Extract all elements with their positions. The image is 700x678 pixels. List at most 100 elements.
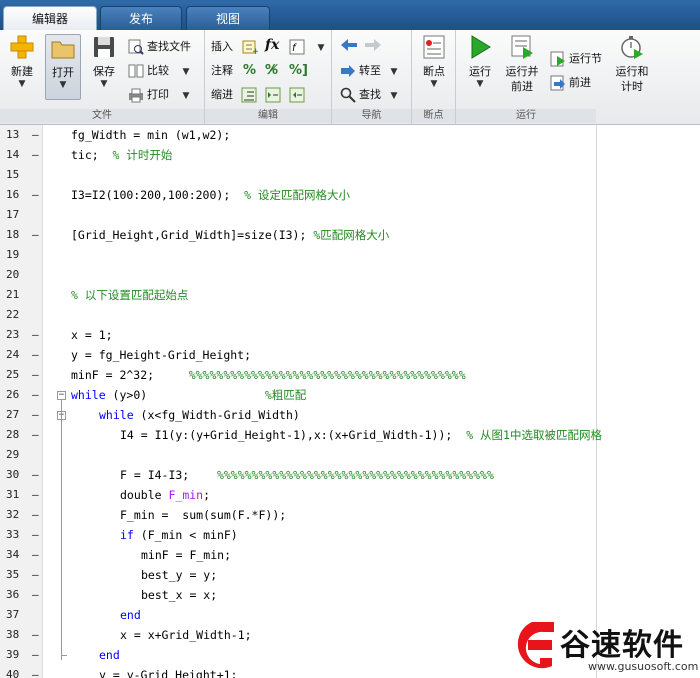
breakpoint-dash[interactable]: – <box>32 505 39 525</box>
code-line[interactable]: tic; % 计时开始 <box>71 145 172 165</box>
insert-function-button[interactable]: fx <box>265 36 279 54</box>
breakpoint-dash[interactable]: – <box>32 525 39 545</box>
find-button[interactable]: 查找 ▼ <box>340 86 397 104</box>
insert-section-icon: + <box>242 39 259 57</box>
chevron-down-icon[interactable]: ▼ <box>183 67 190 77</box>
code-line[interactable]: end <box>99 645 120 665</box>
run-and-time-button[interactable]: 运行和 计时 <box>612 34 652 94</box>
breakpoint-dash[interactable]: – <box>32 225 39 245</box>
comment-button[interactable]: 注释 <box>211 62 233 80</box>
smart-indent-icon[interactable] <box>241 86 260 104</box>
run-section-button[interactable]: 运行节 <box>550 50 602 68</box>
code-line[interactable]: I4 = I1(y:(y+Grid_Height-1),x:(x+Grid_Wi… <box>120 425 602 445</box>
breakpoint-dash[interactable]: – <box>32 365 39 385</box>
function-browser-icon[interactable]: f ▼ <box>289 38 324 56</box>
comment-percent-icon[interactable]: % <box>243 62 256 80</box>
breakpoint-dash[interactable]: – <box>32 585 39 605</box>
ribbon-tab-bar: 编辑器 发布 视图 <box>0 0 700 30</box>
insert-button[interactable]: 插入 + <box>211 38 261 57</box>
breakpoint-dash[interactable]: – <box>32 145 39 165</box>
code-line[interactable]: F = I4-I3; %%%%%%%%%%%%%%%%%%%%%%%%%%%%%… <box>120 465 494 485</box>
breakpoint-dash[interactable]: – <box>32 645 39 665</box>
code-line[interactable]: y = fg_Height-Grid_Height; <box>71 345 251 365</box>
find-files-button[interactable]: 查找文件 <box>128 38 191 56</box>
code-line[interactable]: best_y = y; <box>141 565 217 585</box>
code-line[interactable]: best_x = x; <box>141 585 217 605</box>
run-section-icon <box>550 51 566 67</box>
breakpoint-dash[interactable]: – <box>32 625 39 645</box>
forward-arrow-icon[interactable] <box>364 38 382 56</box>
code-line[interactable]: minF = 2^32; %%%%%%%%%%%%%%%%%%%%%%%%%%%… <box>71 365 466 385</box>
breakpoint-dash[interactable]: – <box>32 425 39 445</box>
line-number: 35– <box>0 565 44 585</box>
chevron-down-icon[interactable]: ▼ <box>391 67 398 77</box>
chevron-down-icon[interactable]: ▼ <box>416 79 452 89</box>
chevron-down-icon[interactable]: ▼ <box>86 79 122 89</box>
group-breakpoints: 断点 ▼ 断点 <box>412 30 456 124</box>
line-number: 23– <box>0 325 44 345</box>
code-line[interactable]: while (x<fg_Width-Grid_Width) <box>99 405 300 425</box>
code-line[interactable]: x = 1; <box>71 325 113 345</box>
indent-button[interactable]: 缩进 <box>211 86 233 104</box>
advance-button[interactable]: 前进 <box>550 74 591 92</box>
code-line[interactable]: % 以下设置匹配起始点 <box>71 285 188 305</box>
code-line[interactable]: x = x+Grid_Width-1; <box>120 625 252 645</box>
group-label-navigate: 导航 <box>332 109 411 123</box>
code-line[interactable]: [Grid_Height,Grid_Width]=size(I3); %匹配网格… <box>71 225 389 245</box>
line-number: 14– <box>0 145 44 165</box>
chevron-down-icon[interactable]: ▼ <box>46 80 80 90</box>
breakpoint-dash[interactable]: – <box>32 565 39 585</box>
code-line[interactable]: while (y>0) %粗匹配 <box>71 385 306 405</box>
code-line[interactable]: if (F_min < minF) <box>120 525 238 545</box>
code-line[interactable]: fg_Width = min (w1,w2); <box>71 125 230 145</box>
chevron-down-icon[interactable]: ▼ <box>4 79 40 89</box>
line-number: 34– <box>0 545 44 565</box>
tab-editor[interactable]: 编辑器 <box>3 6 97 30</box>
tab-publish[interactable]: 发布 <box>100 6 182 30</box>
chevron-down-icon[interactable]: ▼ <box>318 43 325 53</box>
breakpoints-button[interactable]: 断点 ▼ <box>416 34 452 89</box>
breakpoint-dash[interactable]: – <box>32 185 39 205</box>
line-number: 31– <box>0 485 44 505</box>
line-number: 17 <box>6 208 20 221</box>
line-number: 19 <box>6 248 20 261</box>
fold-toggle-icon[interactable]: − <box>57 391 66 400</box>
uncomment-icon[interactable]: %̸ <box>265 62 278 80</box>
print-button[interactable]: 打印 ▼ <box>128 86 189 104</box>
save-button[interactable]: 保存 ▼ <box>86 34 122 89</box>
run-and-advance-button[interactable]: 运行并 前进 <box>502 34 542 94</box>
new-button[interactable]: 新建 ▼ <box>4 34 40 89</box>
goto-button[interactable]: 转至 ▼ <box>340 62 397 80</box>
compare-button[interactable]: 比较 ▼ <box>128 62 189 80</box>
breakpoint-dash[interactable]: – <box>32 325 39 345</box>
breakpoint-dash[interactable]: – <box>32 545 39 565</box>
breakpoint-dash[interactable]: – <box>32 405 39 425</box>
code-line[interactable]: double F_min; <box>120 485 210 505</box>
run-button[interactable]: 运行 ▼ <box>462 34 498 89</box>
code-line[interactable]: F_min = sum(sum(F.*F)); <box>120 505 286 525</box>
breakpoint-dash[interactable]: – <box>32 485 39 505</box>
decrease-indent-icon[interactable] <box>289 86 308 104</box>
group-label-file: 文件 <box>0 109 204 123</box>
code-line[interactable]: I3=I2(100:200,100:200); % 设定匹配网格大小 <box>71 185 350 205</box>
tab-view[interactable]: 视图 <box>186 6 270 30</box>
group-label-edit: 编辑 <box>205 109 331 123</box>
breakpoint-dash[interactable]: – <box>32 465 39 485</box>
chevron-down-icon[interactable]: ▼ <box>183 91 190 101</box>
code-line[interactable]: y = y-Grid_Height+1; <box>99 665 237 678</box>
code-line[interactable]: minF = F_min; <box>141 545 231 565</box>
breakpoint-dash[interactable]: – <box>32 345 39 365</box>
breakpoint-dash[interactable]: – <box>32 665 39 678</box>
open-button[interactable]: 打开 ▼ <box>45 34 81 100</box>
back-arrow-icon[interactable] <box>340 38 358 56</box>
chevron-down-icon[interactable]: ▼ <box>462 79 498 89</box>
chevron-down-icon[interactable]: ▼ <box>391 91 398 101</box>
breakpoint-dash[interactable]: – <box>32 385 39 405</box>
increase-indent-icon[interactable] <box>265 86 284 104</box>
wrap-comment-icon[interactable]: %] <box>289 62 308 80</box>
breakpoint-dash[interactable]: – <box>32 125 39 145</box>
line-number: 33– <box>0 525 44 545</box>
code-line[interactable]: end <box>120 605 141 625</box>
code-editor[interactable]: 13–14–15 16–17 18–19 20 21 22 23–24–25–26–27–2… <box>0 125 700 678</box>
watermark: 谷速软件 www.gusuosoft.com <box>498 614 700 678</box>
